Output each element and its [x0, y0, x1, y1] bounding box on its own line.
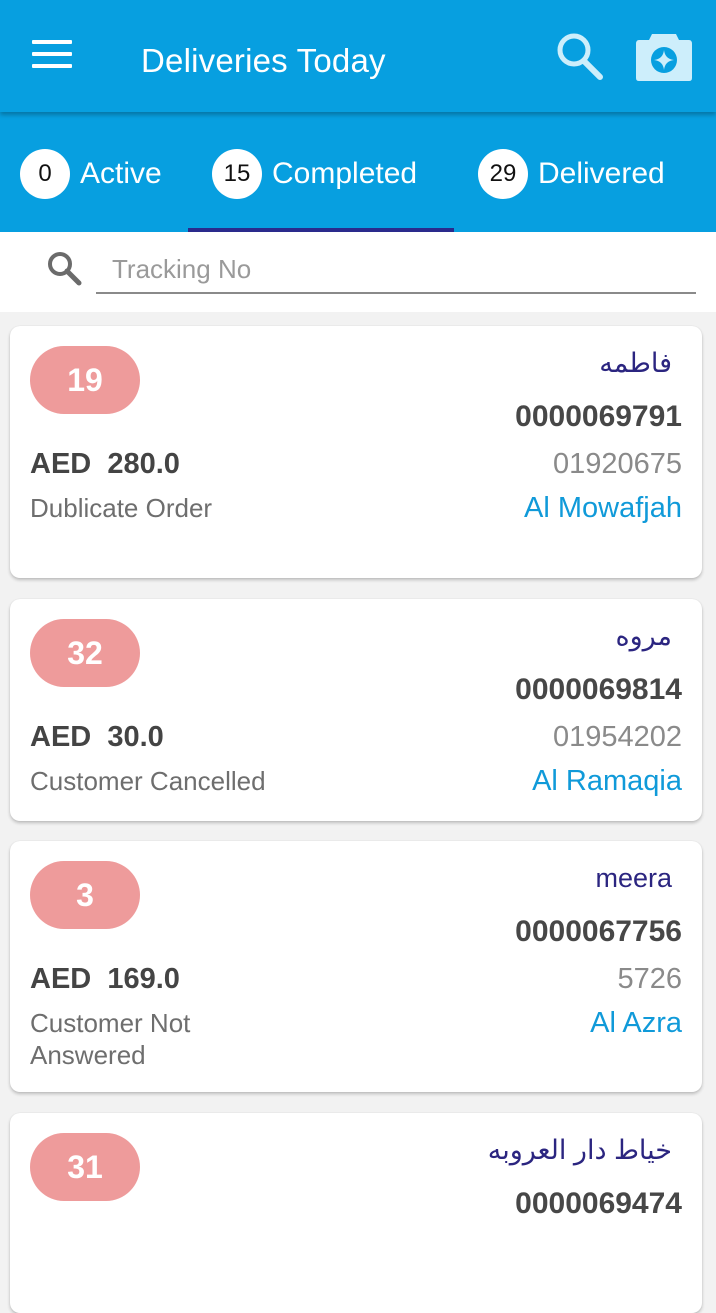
amount: AED 280.0: [30, 448, 180, 480]
customer-name: فاطمه: [599, 348, 672, 378]
delivery-card[interactable]: 32 مروه 0000069814 AED 30.0 01954202 Cus…: [10, 599, 702, 821]
sequence-badge: 31: [30, 1133, 140, 1201]
tab-delivered[interactable]: 29 Delivered: [478, 148, 665, 200]
tab-label: Delivered: [538, 157, 665, 190]
delivery-card[interactable]: 19 فاطمه 0000069791 AED 280.0 01920675 D…: [10, 326, 702, 578]
camera-scan-button[interactable]: [634, 30, 694, 84]
order-number: 0000069791: [515, 400, 682, 433]
status-tabs: 0 Active 15 Completed 29 Delivered: [0, 112, 716, 232]
sequence-badge: 19: [30, 346, 140, 414]
tab-selected-indicator: [188, 228, 454, 232]
status-reason: Dublicate Order: [30, 493, 213, 523]
page-title: Deliveries Today: [141, 42, 386, 79]
phone-number: 01920675: [552, 448, 682, 480]
menu-button[interactable]: [32, 40, 72, 70]
amount: AED 30.0: [30, 721, 164, 753]
tab-completed[interactable]: 15 Completed: [212, 148, 417, 200]
customer-name: meera: [595, 863, 672, 893]
order-number: 0000069474: [515, 1187, 682, 1220]
tab-count-badge: 29: [478, 149, 528, 199]
tracking-number-input[interactable]: [96, 246, 696, 294]
hamburger-menu-icon: [32, 40, 72, 68]
search-icon: [557, 33, 603, 80]
tracking-search-icon: [48, 252, 82, 286]
status-reason: Customer Not Answered: [30, 1008, 191, 1070]
search-button[interactable]: [553, 30, 607, 82]
status-reason: Customer Cancelled: [30, 766, 266, 796]
area-link[interactable]: Al Ramaqia: [532, 765, 682, 798]
tab-active[interactable]: 0 Active: [20, 148, 162, 200]
order-number: 0000069814: [515, 673, 682, 706]
area-link[interactable]: Al Mowafjah: [524, 492, 682, 525]
sequence-badge: 3: [30, 861, 140, 929]
sequence-badge: 32: [30, 619, 140, 687]
customer-name: مروه: [615, 621, 672, 651]
amount: AED 169.0: [30, 963, 180, 995]
app-bar: Deliveries Today: [0, 0, 716, 112]
tab-count-badge: 15: [212, 149, 262, 199]
order-number: 0000067756: [515, 915, 682, 948]
tab-label: Active: [80, 157, 162, 190]
area-link[interactable]: Al Azra: [590, 1007, 682, 1040]
phone-number: 01954202: [552, 721, 682, 753]
tab-label: Completed: [272, 157, 418, 190]
tab-count-badge: 0: [20, 149, 70, 199]
camera-scan-icon: [636, 34, 692, 81]
delivery-card[interactable]: 3 meera 0000067756 AED 169.0 5726 Custom…: [10, 841, 702, 1092]
delivery-card[interactable]: 31 خياط دار العروبه 0000069474: [10, 1113, 702, 1313]
phone-number: 5726: [617, 963, 682, 995]
customer-name: خياط دار العروبه: [487, 1135, 672, 1165]
